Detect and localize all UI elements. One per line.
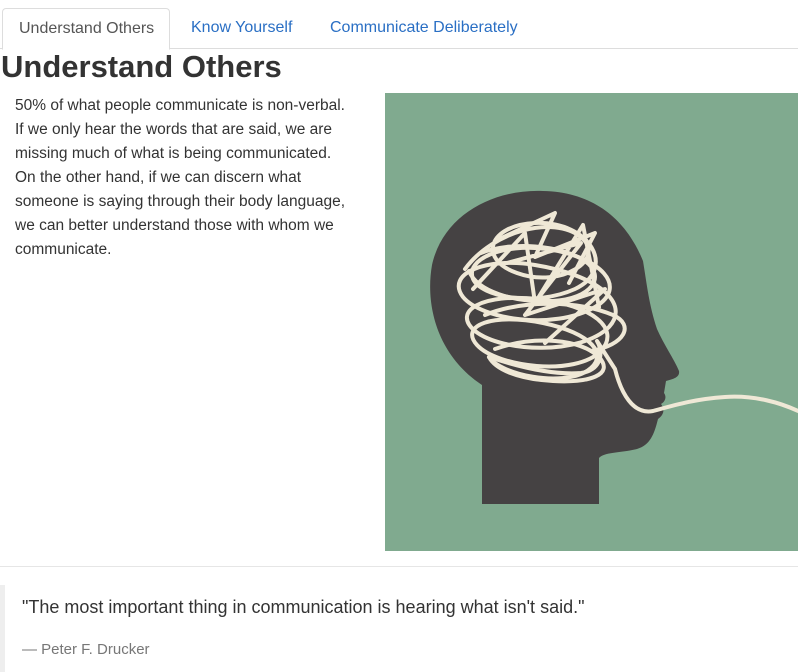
tab-know-yourself[interactable]: Know Yourself [175, 8, 308, 49]
quote-block: "The most important thing in communicati… [0, 585, 798, 672]
page-title: Understand Others [1, 49, 282, 84]
tab-communicate-deliberately[interactable]: Communicate Deliberately [314, 8, 534, 49]
section-divider [0, 566, 798, 567]
head-silhouette-scribble-illustration [385, 93, 798, 551]
quote-text: "The most important thing in communicati… [22, 597, 585, 617]
tab-understand-others[interactable]: Understand Others [2, 8, 170, 50]
body-paragraph: 50% of what people communicate is non-ve… [15, 97, 346, 258]
quote-author: — Peter F. Drucker [22, 641, 150, 658]
tab-bar: Understand Others Know Yourself Communic… [0, 0, 798, 50]
